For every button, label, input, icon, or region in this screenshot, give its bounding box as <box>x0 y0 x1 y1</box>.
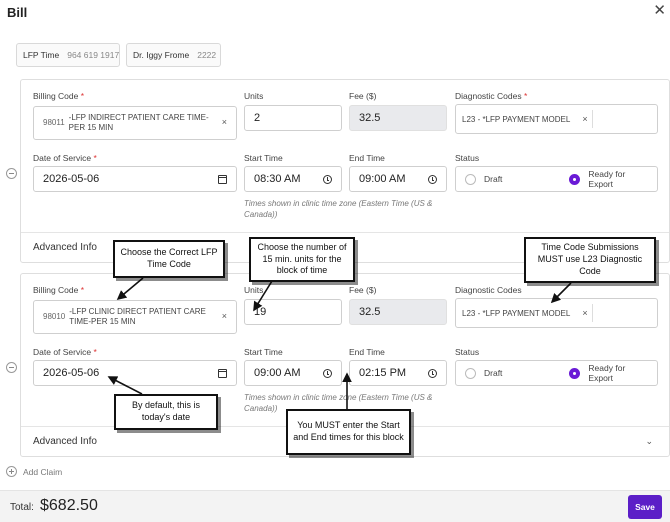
clear-x-icon[interactable]: × <box>582 114 587 124</box>
radio-draft[interactable] <box>465 367 476 379</box>
date-label: Date of Service * <box>33 153 97 163</box>
clear-x-icon[interactable]: × <box>582 308 587 318</box>
callout-times: You MUST enter the Start and End times f… <box>286 409 411 455</box>
clock-icon[interactable] <box>323 368 332 378</box>
add-claim-label: Add Claim <box>23 466 63 477</box>
callout-diagnostic: Time Code Submissions MUST use L23 Diagn… <box>524 237 656 283</box>
start-time-label: Start Time <box>244 347 283 357</box>
billing-code-label: Billing Code * <box>33 91 85 101</box>
chip-name: Dr. Iggy Frome <box>133 50 190 60</box>
end-time-label: End Time <box>349 347 385 357</box>
billing-code-number: 98010 <box>43 312 66 321</box>
start-time-input[interactable]: 09:00 AM <box>244 360 342 386</box>
diagnostic-codes-select[interactable]: L23 - *LFP PAYMENT MODEL × <box>455 104 658 134</box>
footer-bar: Total: $682.50 Save <box>0 490 670 522</box>
status-draft-option[interactable]: Draft <box>465 173 569 185</box>
close-icon[interactable]: ✕ <box>653 1 666 19</box>
units-label: Units <box>244 285 264 295</box>
clock-icon[interactable] <box>323 174 332 184</box>
billing-code-select[interactable]: 98011 -LFP INDIRECT PATIENT CARE TIME-PE… <box>33 106 237 140</box>
date-of-service-input[interactable]: 2026-05-06 <box>33 166 237 192</box>
diagnostic-code-chip: L23 - *LFP PAYMENT MODEL × <box>462 304 593 322</box>
start-time-value: 08:30 AM <box>254 173 301 185</box>
save-button[interactable]: Save <box>628 495 662 519</box>
status-draft-label: Draft <box>484 174 503 184</box>
diagnostic-code-text: L23 - *LFP PAYMENT MODEL <box>462 308 571 318</box>
status-draft-option[interactable]: Draft <box>465 367 569 379</box>
status-draft-label: Draft <box>484 368 503 378</box>
total-label: Total: <box>10 502 34 513</box>
status-label: Status <box>455 153 480 163</box>
fee-field: 32.5 <box>349 105 447 131</box>
start-time-value: 09:00 AM <box>254 367 301 379</box>
add-claim-icon <box>6 466 17 477</box>
billing-code-number: 98011 <box>43 118 65 127</box>
chip-name: LFP Time <box>23 50 60 60</box>
callout-date: By default, this is today's date <box>114 394 218 430</box>
end-time-value: 09:00 AM <box>359 173 406 185</box>
advanced-info-toggle[interactable]: Advanced Info <box>33 242 97 253</box>
diagnostic-codes-label: Diagnostic Codes <box>455 285 522 295</box>
clear-x-icon[interactable]: × <box>222 117 227 128</box>
timezone-note: Times shown in clinic time zone (Eastern… <box>244 199 433 219</box>
end-time-input[interactable]: 09:00 AM <box>349 166 447 192</box>
status-label: Status <box>455 347 480 357</box>
diagnostic-codes-select[interactable]: L23 - *LFP PAYMENT MODEL × <box>455 298 658 328</box>
clinic-chip: LFP Time 964 619 1917 <box>16 43 120 67</box>
diagnostic-code-chip: L23 - *LFP PAYMENT MODEL × <box>462 110 593 128</box>
calendar-icon[interactable] <box>218 174 227 184</box>
total-value: $682.50 <box>40 497 98 514</box>
clear-x-icon[interactable]: × <box>222 311 227 322</box>
start-time-label: Start Time <box>244 153 283 163</box>
chip-number: 2222 <box>197 50 217 60</box>
radio-draft[interactable] <box>465 173 476 185</box>
diagnostic-code-text: L23 - *LFP PAYMENT MODEL <box>462 114 571 124</box>
units-input[interactable]: 2 <box>244 105 342 131</box>
claim-card: Billing Code * 98011 -LFP INDIRECT PATIE… <box>20 79 670 263</box>
status-radio-group: Draft Ready for Export <box>455 360 658 386</box>
page-title: Bill <box>7 5 28 20</box>
fee-label: Fee ($) <box>349 285 377 295</box>
advanced-info-toggle[interactable]: Advanced Info <box>33 436 97 447</box>
billing-code-label: Billing Code * <box>33 285 85 295</box>
status-ready-label: Ready for Export <box>588 363 626 383</box>
billing-code-description: -LFP INDIRECT PATIENT CARE TIME-PER 15 M… <box>68 113 209 132</box>
fee-label: Fee ($) <box>349 91 377 101</box>
status-ready-option[interactable]: Ready for Export <box>569 363 648 383</box>
provider-chip: Dr. Iggy Frome 2222 <box>126 43 221 67</box>
billing-code-chip: 98011 -LFP INDIRECT PATIENT CARE TIME-PE… <box>43 113 227 133</box>
billing-code-description: -LFP CLINIC DIRECT PATIENT CARE TIME-PER… <box>69 307 206 326</box>
add-claim-button[interactable]: Add Claim <box>6 466 62 477</box>
chevron-down-icon[interactable]: ⌄ <box>645 436 653 447</box>
date-label: Date of Service * <box>33 347 97 357</box>
radio-ready[interactable] <box>569 367 581 379</box>
date-value: 2026-05-06 <box>43 173 100 185</box>
clock-icon[interactable] <box>428 368 437 378</box>
end-time-value: 02:15 PM <box>359 367 407 379</box>
billing-code-chip: 98010 -LFP CLINIC DIRECT PATIENT CARE TI… <box>43 307 227 327</box>
chip-number: 964 619 1917 <box>67 50 120 60</box>
units-label: Units <box>244 91 264 101</box>
remove-claim-icon[interactable] <box>6 168 17 179</box>
date-value: 2026-05-06 <box>43 367 100 379</box>
fee-field: 32.5 <box>349 299 447 325</box>
end-time-label: End Time <box>349 153 385 163</box>
status-ready-option[interactable]: Ready for Export <box>569 169 648 189</box>
remove-claim-icon[interactable] <box>6 362 17 373</box>
divider <box>21 232 669 233</box>
radio-ready[interactable] <box>569 173 581 185</box>
start-time-input[interactable]: 08:30 AM <box>244 166 342 192</box>
units-input[interactable]: 19 <box>244 299 342 325</box>
clock-icon[interactable] <box>428 174 437 184</box>
callout-units: Choose the number of 15 min. units for t… <box>249 237 355 282</box>
callout-time-code: Choose the Correct LFP Time Code <box>113 240 225 278</box>
date-of-service-input[interactable]: 2026-05-06 <box>33 360 237 386</box>
status-ready-label: Ready for Export <box>588 169 626 189</box>
end-time-input[interactable]: 02:15 PM <box>349 360 447 386</box>
billing-code-select[interactable]: 98010 -LFP CLINIC DIRECT PATIENT CARE TI… <box>33 300 237 334</box>
calendar-icon[interactable] <box>218 368 227 378</box>
status-radio-group: Draft Ready for Export <box>455 166 658 192</box>
diagnostic-codes-label: Diagnostic Codes * <box>455 91 528 101</box>
